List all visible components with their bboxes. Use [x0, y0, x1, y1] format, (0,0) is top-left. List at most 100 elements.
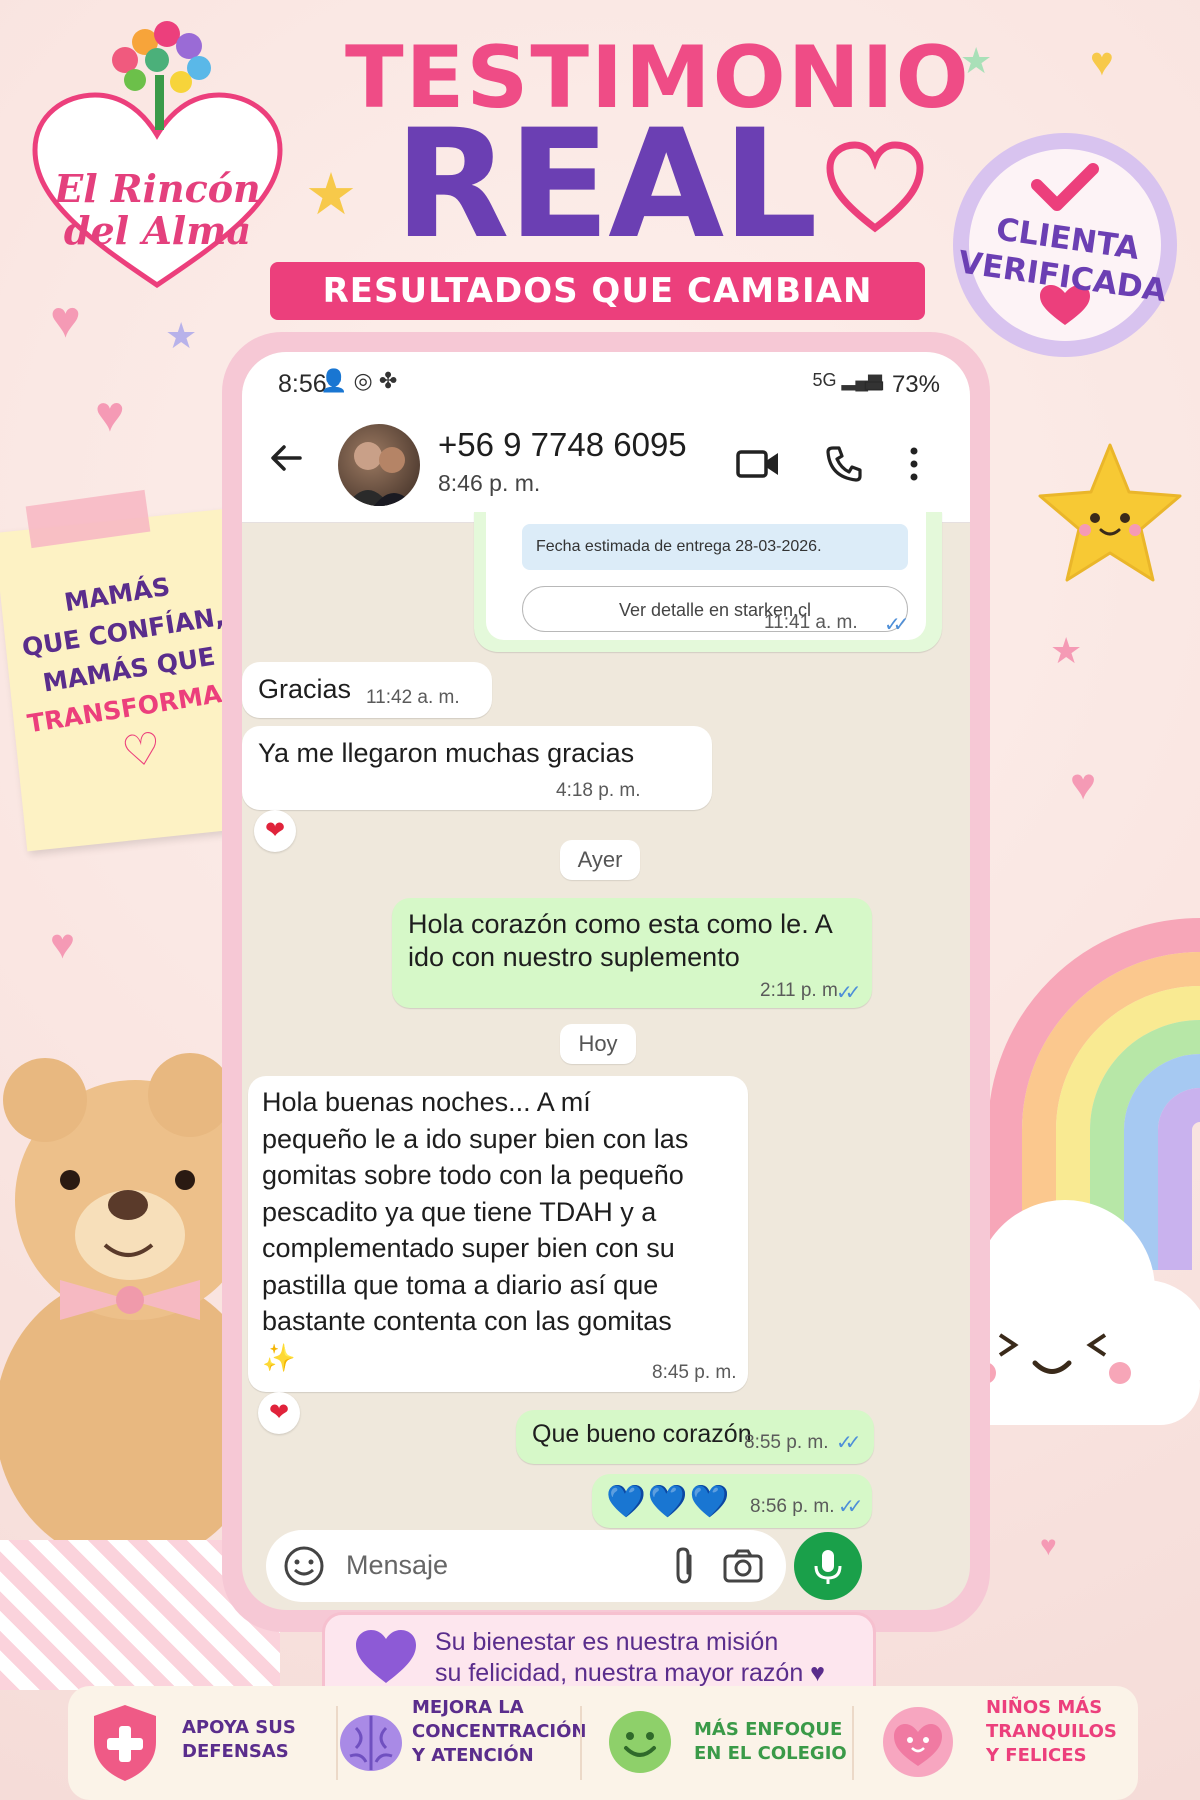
incoming-message: Gracias 11:42 a. m. — [242, 662, 492, 718]
read-ticks-icon: ✓✓ — [836, 982, 861, 1004]
message-input[interactable]: Mensaje — [346, 1550, 448, 1581]
status-bar: 8:56 👤 ◎ ✤ 5G ▂▄▆ ▭ 73% — [242, 352, 970, 412]
star-decoration: ★ — [305, 162, 357, 227]
brain-icon — [340, 1715, 402, 1771]
video-call-icon[interactable] — [736, 446, 780, 482]
benefit-line: CONCENTRACIÓN — [412, 1721, 587, 1742]
message-line: pescadito ya que tiene TDAH y a — [262, 1196, 657, 1227]
sparkle-icon: ✨ — [262, 1342, 296, 1373]
heart-decoration: ♥ — [1040, 1530, 1057, 1561]
benefit-line: NIÑOS MÁS — [986, 1697, 1103, 1718]
more-options-icon[interactable] — [908, 446, 920, 482]
voice-call-icon[interactable] — [824, 444, 864, 484]
incoming-message: Ya me llegaron muchas gracias 4:18 p. m. — [242, 726, 712, 810]
incoming-message: Hola buenas noches... A mí pequeño le a … — [248, 1076, 748, 1392]
message-text: Que bueno corazón — [532, 1420, 752, 1448]
heart-decoration: ♥ — [50, 291, 81, 349]
battery-level: ▭ 73% — [863, 370, 940, 399]
slogan-line-2: su felicidad, nuestra mayor razón ♥ — [435, 1659, 826, 1687]
settings-icon: ✤ — [378, 368, 398, 393]
benefit-line: Y FELICES — [986, 1745, 1087, 1766]
star-decoration: ★ — [165, 315, 198, 356]
purple-heart-icon — [356, 1630, 416, 1683]
slogan-text: Su bienestar es nuestra misión su felici… — [435, 1627, 855, 1689]
message-time: 2:11 p. m. — [760, 980, 844, 1001]
heart-outline-icon — [826, 141, 924, 233]
benefit-defenses: APOYA SUS DEFENSAS — [182, 1716, 296, 1764]
benefit-divider — [852, 1706, 854, 1780]
outgoing-message: Hola corazón como esta como le. A ido co… — [392, 898, 872, 1008]
message-line: pequeño le a ido super bien con las — [262, 1123, 689, 1154]
voice-message-button[interactable] — [794, 1532, 862, 1600]
benefit-line: MEJORA LA — [412, 1697, 524, 1718]
chat-header: +56 9 7748 6095 8:46 p. m. — [242, 412, 970, 523]
benefit-focus: MÁS ENFOQUE EN EL COLEGIO — [694, 1718, 847, 1766]
message-time: 4:18 p. m. — [556, 780, 641, 801]
logo-text: El Rincón del Alma — [30, 168, 285, 252]
heart-decoration: ♥ — [50, 920, 75, 967]
benefit-concentration: MEJORA LA CONCENTRACIÓN Y ATENCIÓN — [412, 1696, 587, 1768]
message-line: bastante contenta con las gomitas — [262, 1306, 672, 1336]
smiley-face-icon — [609, 1711, 671, 1773]
message-time: 8:55 p. m. — [744, 1432, 829, 1453]
notification-icons: 👤 ◎ ✤ — [320, 368, 397, 394]
benefits-bar: APOYA SUS DEFENSAS MEJORA LA CONCENTRACI… — [68, 1686, 1138, 1800]
network-type: 5G — [812, 370, 837, 390]
heart-reaction-icon[interactable]: ❤ — [258, 1392, 300, 1434]
tree-icon — [112, 21, 211, 130]
message-line: pastilla que toma a diario así que — [262, 1269, 659, 1300]
whatsapp-chat-screen: 8:56 👤 ◎ ✤ 5G ▂▄▆ ▭ 73% +56 9 7748 6095 … — [242, 352, 970, 1610]
read-ticks-icon: ✓✓ — [838, 1496, 863, 1518]
blue-hearts-emoji: 💙💙💙 — [606, 1483, 732, 1519]
contact-avatar[interactable] — [338, 424, 420, 506]
heart-decoration: ♥ — [95, 386, 125, 442]
smiling-star-icon — [1038, 443, 1182, 582]
benefit-divider — [580, 1706, 582, 1780]
outgoing-message: Que bueno corazón 8:55 p. m. ✓✓ — [516, 1410, 874, 1464]
benefit-line: APOYA SUS — [182, 1717, 296, 1738]
message-time: 8:45 p. m. — [652, 1362, 737, 1383]
avatar-photo-icon — [346, 442, 414, 506]
message-text: Hola buenas noches... A mí pequeño le a … — [262, 1084, 688, 1376]
emoji-icon[interactable] — [282, 1544, 326, 1588]
heart-reaction-icon[interactable]: ❤ — [254, 810, 296, 852]
battery-icon: ▭ — [862, 371, 886, 398]
delivery-card-bubble: Fecha estimada de entrega 28-03-2026. Ve… — [474, 512, 942, 652]
benefit-line: Y ATENCIÓN — [412, 1745, 534, 1766]
benefit-line: MÁS ENFOQUE — [694, 1719, 843, 1740]
message-text: Ya me llegaron muchas gracias — [258, 738, 635, 768]
logo-line-1: El Rincón — [54, 166, 261, 211]
headline-ribbon: RESULTADOS QUE CAMBIAN VIDAS — [270, 262, 925, 369]
slogan-line-1: Su bienestar es nuestra misión — [435, 1628, 779, 1656]
message-time: 11:41 a. m. — [764, 612, 858, 633]
message-text: Hola corazón como esta como le. A ido co… — [408, 908, 833, 974]
headline-main: REAL — [394, 98, 818, 272]
happy-heart-icon — [883, 1707, 953, 1777]
read-ticks-icon: ✓✓ — [836, 1432, 861, 1454]
back-arrow-icon[interactable] — [266, 438, 306, 478]
message-line: ido con nuestro suplemento — [408, 942, 740, 972]
user-icon: 👤 — [320, 368, 348, 393]
benefit-calm-kids: NIÑOS MÁS TRANQUILOS Y FELICES — [986, 1696, 1117, 1768]
heart-decoration: ♥ — [1070, 760, 1097, 809]
read-ticks-icon: ✓✓ — [884, 614, 909, 636]
message-line: Hola buenas noches... A mí — [262, 1087, 591, 1117]
star-decoration: ★ — [1050, 630, 1083, 671]
message-input-bar: Mensaje — [266, 1530, 786, 1602]
message-line: gomitas sobre todo con la pequeño — [262, 1160, 684, 1190]
message-line: Hola corazón como esta como le. A — [408, 909, 833, 939]
microphone-icon — [814, 1550, 842, 1584]
benefit-line: EN EL COLEGIO — [694, 1743, 847, 1764]
message-text: Gracias — [258, 674, 352, 704]
brand-logo: El Rincón del Alma — [30, 20, 285, 290]
attachment-icon[interactable] — [670, 1546, 700, 1586]
date-divider: Hoy — [560, 1024, 636, 1064]
benefit-line: TRANQUILOS — [986, 1721, 1117, 1742]
delivery-card: Fecha estimada de entrega 28-03-2026. Ve… — [486, 512, 926, 640]
logo-line-2: del Alma — [63, 208, 252, 253]
message-time: 11:42 a. m. — [366, 687, 460, 708]
benefit-line: DEFENSAS — [182, 1741, 289, 1762]
camera-icon[interactable] — [722, 1548, 764, 1584]
contact-number[interactable]: +56 9 7748 6095 — [438, 426, 687, 464]
outgoing-message: 💙💙💙 8:56 p. m. ✓✓ — [592, 1474, 872, 1528]
